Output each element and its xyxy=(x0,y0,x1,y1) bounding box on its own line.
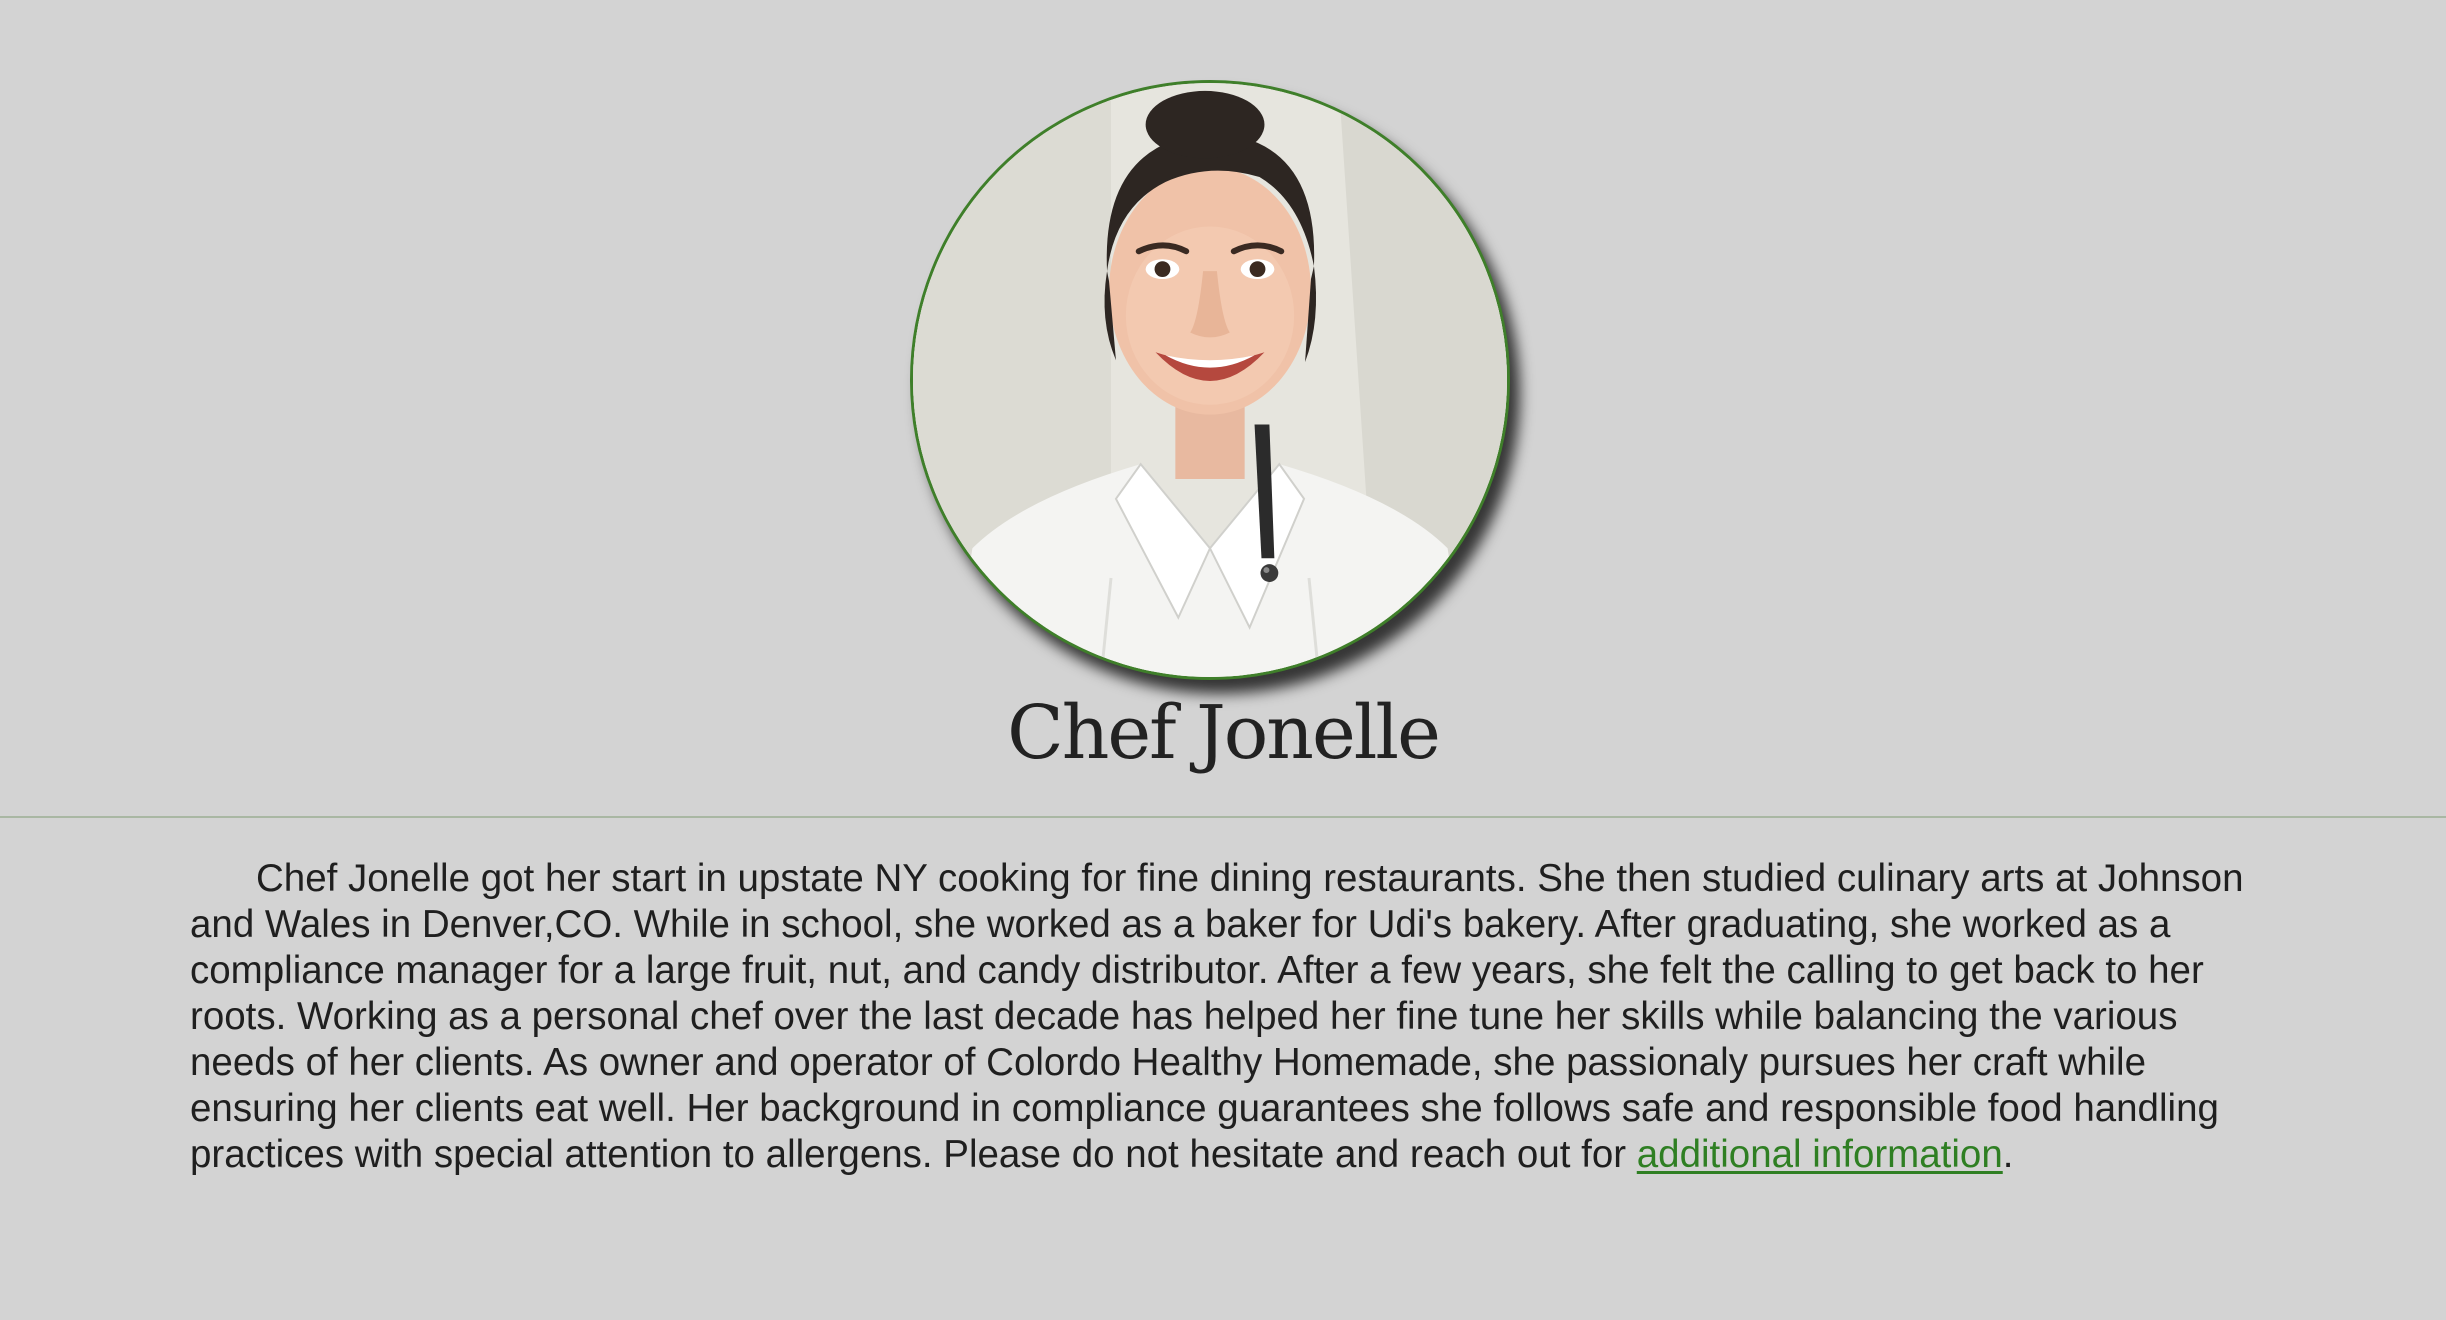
additional-information-link[interactable]: additional information xyxy=(1637,1133,2003,1176)
bio-text: Chef Jonelle got her start in upstate NY… xyxy=(190,857,2244,1176)
chef-portrait xyxy=(910,80,1510,680)
chef-name-heading: Chef Jonelle xyxy=(1007,690,1441,776)
chef-bio: Chef Jonelle got her start in upstate NY… xyxy=(190,856,2250,1178)
bio-trailing-period: . xyxy=(2002,1133,2014,1176)
chef-portrait-illustration xyxy=(913,83,1507,677)
section-divider xyxy=(0,816,2446,818)
